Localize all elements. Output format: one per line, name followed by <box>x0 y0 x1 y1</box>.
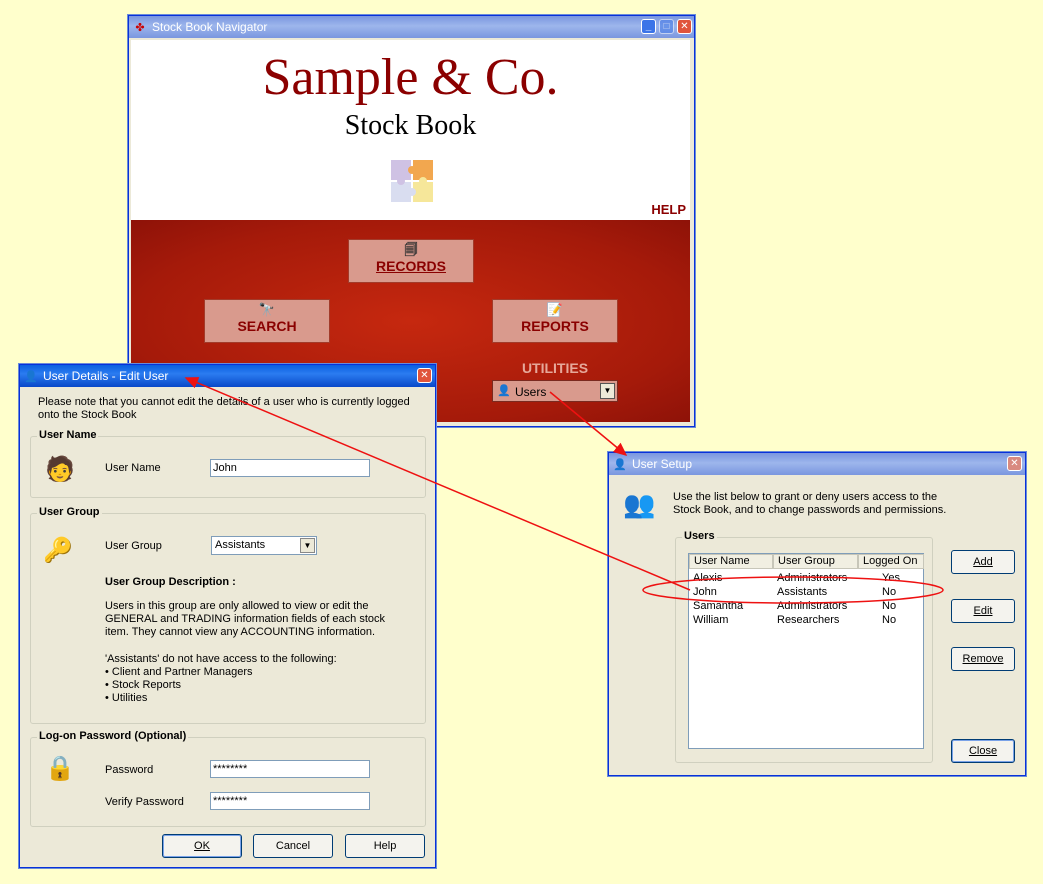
close-button[interactable]: ✕ <box>417 368 432 383</box>
navigator-title: Stock Book Navigator <box>152 20 268 34</box>
table-row[interactable]: Samantha Administrators No <box>689 600 923 614</box>
user-face-icon: 🧑 <box>45 456 75 483</box>
password-label: Password <box>105 764 154 776</box>
user-setup-intro: Use the list below to grant or deny user… <box>673 491 947 516</box>
close-button[interactable]: ✕ <box>677 19 692 34</box>
users-computer-icon: 👥 <box>623 489 656 519</box>
company-name: Sample & Co. <box>262 49 559 106</box>
user-details-window: 👤 User Details - Edit User ✕ Please note… <box>19 364 436 868</box>
user-icon: 👤 <box>497 385 511 397</box>
user-details-titlebar[interactable]: 👤 User Details - Edit User ✕ <box>20 365 435 387</box>
help-button[interactable]: Help <box>345 834 425 858</box>
user-app-icon: 👤 <box>24 370 38 383</box>
maximize-button[interactable]: □ <box>659 19 674 34</box>
column-header[interactable]: Logged On <box>858 554 924 569</box>
list-item: • Utilities <box>105 692 148 704</box>
table-row[interactable]: Alexis Administrators Yes <box>689 572 923 586</box>
user-group-label: User Group <box>105 540 162 552</box>
password-group: Log-on Password (Optional) 🔒 Password **… <box>30 730 426 827</box>
user-name-input[interactable]: John <box>210 459 370 477</box>
puzzle-logo-icon <box>391 160 433 202</box>
chevron-down-icon[interactable]: ▼ <box>300 538 315 553</box>
reports-button[interactable]: 📝 REPORTS <box>492 299 618 343</box>
records-icon: 🗐 <box>404 242 418 257</box>
stock-book-subtitle: Stock Book <box>344 110 477 141</box>
navigator-titlebar[interactable]: ✤ Stock Book Navigator _ □ ✕ <box>129 16 694 38</box>
chevron-down-icon[interactable]: ▼ <box>600 383 615 399</box>
remove-button[interactable]: Remove <box>951 647 1015 671</box>
group-description-text: Users in this group are only allowed to … <box>105 600 386 638</box>
utilities-dropdown[interactable]: 👤 Users ▼ <box>492 380 618 402</box>
search-button[interactable]: 🔭 SEARCH <box>204 299 330 343</box>
user-name-label: User Name <box>105 462 161 474</box>
list-item: • Stock Reports <box>105 679 182 691</box>
column-header[interactable]: User Group <box>773 554 858 569</box>
edit-note: Please note that you cannot edit the det… <box>38 396 410 421</box>
user-group-group: User Group 🔑 User Group Assistants ▼ Use… <box>30 506 426 724</box>
users-keys-icon: 🔑 <box>43 537 73 564</box>
verify-password-input[interactable]: ******** <box>210 792 370 810</box>
report-icon: 📝 <box>546 302 564 317</box>
user-setup-window: 👤 User Setup ✕ 👥 Use the list below to g… <box>608 452 1026 776</box>
user-app-icon: 👤 <box>613 458 627 471</box>
group-access-note: 'Assistants' do not have access to the f… <box>105 653 337 665</box>
password-input[interactable]: ******** <box>210 760 370 778</box>
minimize-button[interactable]: _ <box>641 19 656 34</box>
utilities-label: UTILITIES <box>521 360 589 376</box>
close-button[interactable]: ✕ <box>1007 456 1022 471</box>
group-description-title: User Group Description : <box>105 576 236 588</box>
table-row[interactable]: John Assistants No <box>689 586 923 600</box>
user-group-select[interactable]: Assistants ▼ <box>211 536 317 555</box>
ok-button[interactable]: OK <box>162 834 242 858</box>
user-details-title: User Details - Edit User <box>43 369 169 383</box>
verify-password-label: Verify Password <box>105 796 184 808</box>
add-button[interactable]: Add <box>951 550 1015 574</box>
list-item: • Client and Partner Managers <box>105 666 253 678</box>
puzzle-app-icon: ✤ <box>135 21 145 34</box>
table-row[interactable]: William Researchers No <box>689 614 923 628</box>
close-dialog-button[interactable]: Close <box>951 739 1015 763</box>
users-list[interactable]: User Name User Group Logged On Alexis Ad… <box>688 553 924 749</box>
navigator-header: Sample & Co. Stock Book HELP <box>131 40 690 220</box>
edit-button[interactable]: Edit <box>951 599 1015 623</box>
cancel-button[interactable]: Cancel <box>253 834 333 858</box>
column-header[interactable]: User Name <box>689 554 773 569</box>
user-setup-titlebar[interactable]: 👤 User Setup ✕ <box>609 453 1025 475</box>
users-group: Users User Name User Group Logged On Ale… <box>675 530 933 763</box>
padlock-icon: 🔒 <box>45 755 75 782</box>
records-button[interactable]: 🗐 RECORDS <box>348 239 474 283</box>
binoculars-icon: 🔭 <box>258 302 276 317</box>
user-name-group: User Name 🧑 User Name John <box>30 429 426 498</box>
user-setup-title: User Setup <box>632 457 693 471</box>
help-link[interactable]: HELP <box>651 202 686 217</box>
